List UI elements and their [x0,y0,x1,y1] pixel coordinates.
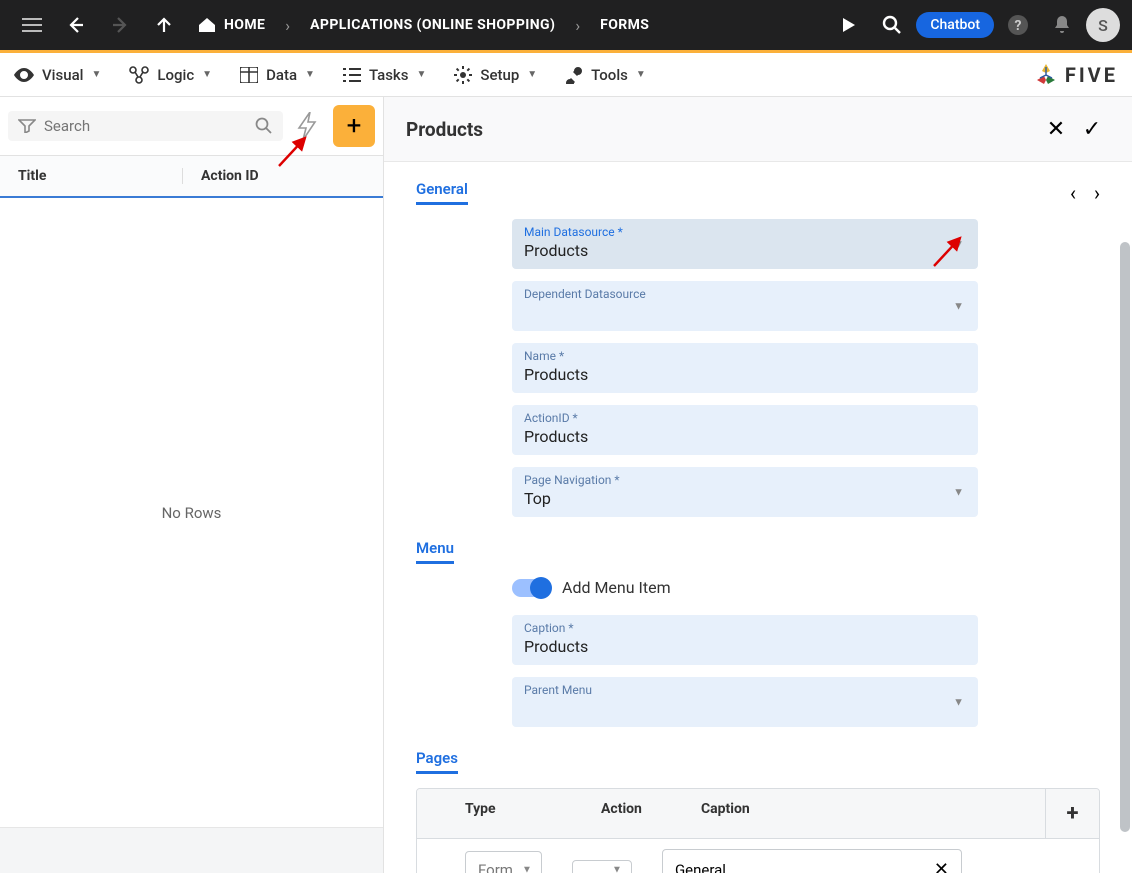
menu-logic-label: Logic [157,66,194,84]
bell-icon[interactable] [1042,5,1082,45]
section-menu[interactable]: Menu [416,539,454,564]
menu-data[interactable]: Data▼ [240,66,315,84]
parent-menu-label: Parent Menu [524,683,966,697]
main-datasource-field[interactable]: Main Datasource * Products ▼ [512,219,978,269]
actionid-value: Products [524,425,966,447]
up-arrow-icon[interactable] [144,5,184,45]
breadcrumb-forms[interactable]: FORMS [590,17,659,33]
chevron-right-icon: › [279,16,296,35]
caption-field[interactable]: Caption * Products [512,615,978,665]
search-input[interactable] [44,117,247,135]
breadcrumb-forms-label: FORMS [600,17,649,33]
menu-logic[interactable]: Logic▼ [129,66,212,84]
page-navigation-field[interactable]: Page Navigation * Top ▼ [512,467,978,517]
section-pages[interactable]: Pages [416,749,458,774]
name-field[interactable]: Name * Products [512,343,978,393]
name-label: Name * [524,349,966,363]
pages-table: Type Action Caption + Form ▼ ▼ ✕ [416,788,1100,873]
menu-data-label: Data [266,66,297,84]
menu-tools[interactable]: Tools▼ [565,66,646,84]
menu-tasks-label: Tasks [369,66,409,84]
parent-menu-value [524,697,966,719]
col-title[interactable]: Title [18,168,182,184]
table-row: Form ▼ ▼ ✕ [417,839,1099,873]
actionid-label: ActionID * [524,411,966,425]
main-datasource-label: Main Datasource * [524,225,966,239]
chevron-down-icon: ▼ [953,486,964,499]
pages-col-action: Action [587,789,687,838]
actionid-field[interactable]: ActionID * Products [512,405,978,455]
chevron-down-icon: ▼ [953,696,964,709]
page-navigation-value: Top [524,487,966,509]
add-menu-label: Add Menu Item [562,578,671,597]
avatar[interactable]: S [1086,8,1120,42]
page-caption-input-wrap[interactable]: ✕ [662,849,962,873]
menu-tasks[interactable]: Tasks▼ [343,66,426,84]
menu-setup[interactable]: Setup▼ [454,66,537,84]
page-type-select[interactable]: Form ▼ [465,851,542,873]
svg-text:?: ? [1015,18,1022,34]
page-caption-input[interactable] [675,861,934,873]
page-action-select[interactable]: ▼ [572,860,632,873]
search-icon[interactable] [255,117,273,135]
dependent-datasource-value [524,301,966,323]
dependent-datasource-field[interactable]: Dependent Datasource ▼ [512,281,978,331]
chevron-down-icon: ▼ [612,864,622,873]
section-prev-icon[interactable]: ‹ [1070,181,1076,205]
hamburger-icon[interactable] [12,5,52,45]
confirm-check-icon[interactable]: ✓ [1074,111,1110,147]
chevron-down-icon: ▼ [953,300,964,313]
breadcrumb-app[interactable]: APPLICATIONS (ONLINE SHOPPING) [300,17,565,33]
chatbot-button[interactable]: Chatbot [916,12,994,38]
section-general[interactable]: General [416,180,468,205]
chevron-right-icon: › [569,16,586,35]
section-next-icon[interactable]: › [1094,181,1100,205]
caption-label: Caption * [524,621,966,635]
caption-value: Products [524,635,966,657]
main-datasource-value: Products [524,239,966,261]
page-type-value: Form [478,861,513,873]
page-title: Products [406,118,483,141]
play-icon[interactable] [828,5,868,45]
menu-tools-label: Tools [591,66,628,84]
back-arrow-icon[interactable] [56,5,96,45]
search-top-icon[interactable] [872,5,912,45]
menu-setup-label: Setup [480,66,519,84]
add-button[interactable]: + [333,105,375,147]
breadcrumb-home-label: HOME [224,17,265,33]
help-icon[interactable]: ? [998,5,1038,45]
add-menu-toggle[interactable] [512,579,550,597]
breadcrumb-home[interactable]: HOME [188,17,275,33]
forward-arrow-icon [100,5,140,45]
breadcrumb-app-label: APPLICATIONS (ONLINE SHOPPING) [310,17,555,33]
list-header: Title Action ID [0,156,383,198]
parent-menu-field[interactable]: Parent Menu ▼ [512,677,978,727]
menu-visual-label: Visual [42,66,83,84]
pages-add-button[interactable]: + [1045,789,1099,838]
name-value: Products [524,363,966,385]
lightning-wizard-button[interactable] [287,105,329,147]
page-navigation-label: Page Navigation * [524,473,966,487]
brand-text: FIVE [1065,63,1118,87]
chevron-down-icon: ▼ [953,238,964,251]
scrollbar[interactable] [1120,242,1130,832]
pages-col-type: Type [417,789,587,838]
dependent-datasource-label: Dependent Datasource [524,287,966,301]
no-rows-message: No Rows [0,198,383,827]
close-icon[interactable]: ✕ [1038,111,1074,147]
menu-visual[interactable]: Visual▼ [14,66,101,84]
brand-logo: FIVE [1033,62,1118,88]
pages-col-caption: Caption [687,789,1045,838]
col-actionid[interactable]: Action ID [182,168,365,184]
filter-icon [18,119,36,133]
clear-icon[interactable]: ✕ [934,859,949,873]
chevron-down-icon: ▼ [522,864,532,873]
search-input-wrap[interactable] [8,111,283,141]
left-footer [0,827,383,873]
